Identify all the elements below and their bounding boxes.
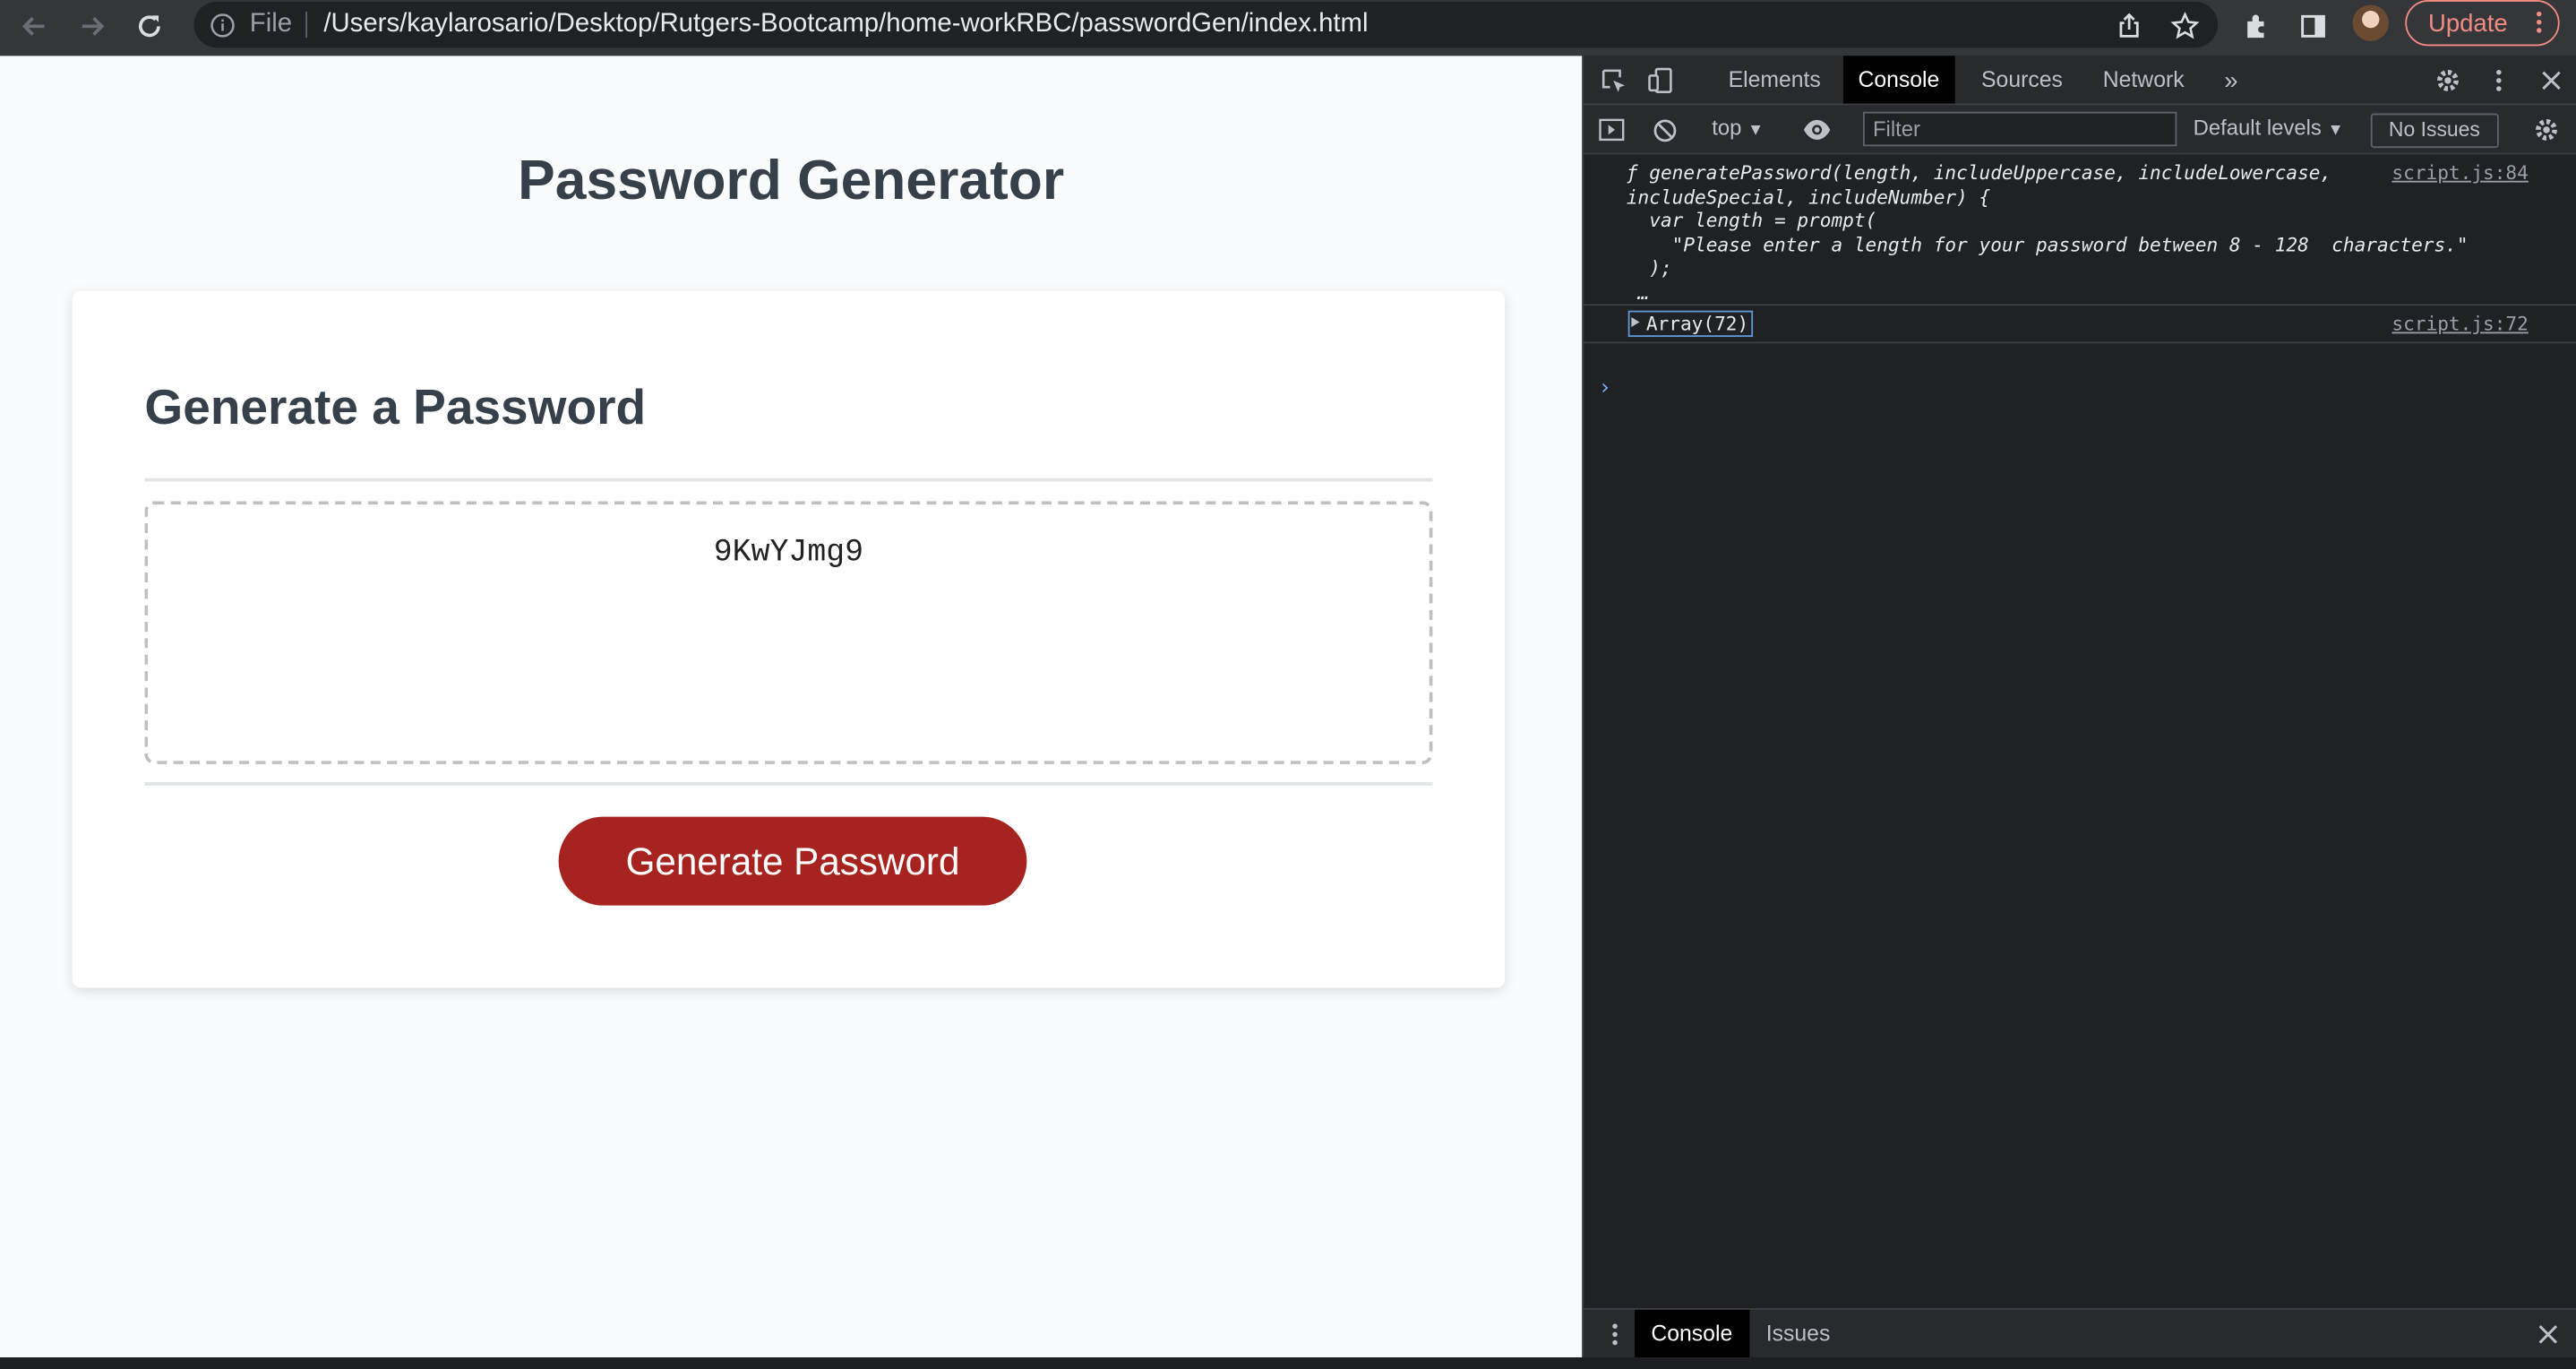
clear-console-icon[interactable]	[1650, 115, 1679, 144]
update-label: Update	[2427, 10, 2508, 39]
divider	[305, 11, 307, 39]
console-message[interactable]: ƒ generatePassword(length, includeUpperc…	[1584, 154, 2576, 306]
array-object[interactable]: Array(72)	[1627, 310, 1754, 338]
profile-avatar[interactable]	[2352, 4, 2389, 41]
reload-icon[interactable]	[128, 5, 171, 48]
browser-toolbar: File /Users/kaylarosario/Desktop/Rutgers…	[0, 0, 2576, 56]
console-settings-icon[interactable]	[2532, 115, 2562, 144]
console-toolbar: top ▼ Filter Default levels ▼ No Issues	[1584, 105, 2576, 155]
sidebar-toggle-icon[interactable]	[1597, 115, 1627, 144]
card-title: Generate a Password	[144, 381, 647, 436]
info-icon[interactable]	[210, 13, 236, 47]
issues-button[interactable]: No Issues	[2370, 113, 2499, 149]
address-bar[interactable]: File /Users/kaylarosario/Desktop/Rutgers…	[193, 1, 2219, 48]
generator-card: Generate a Password 9KwYJmg9 Generate Pa…	[72, 290, 1506, 988]
scheme-label: File	[249, 10, 293, 39]
levels-label: Default levels	[2193, 115, 2322, 140]
tab-console[interactable]: Console	[1842, 56, 1954, 104]
window-bottom-edge	[0, 1357, 2576, 1369]
console-prompt[interactable]: ›	[1599, 376, 1611, 401]
page-title: Password Generator	[518, 149, 1065, 212]
code-line: …	[1626, 280, 1650, 304]
more-tabs-icon[interactable]: »	[2216, 65, 2245, 95]
drawer-tab-issues[interactable]: Issues	[1749, 1310, 1846, 1357]
console-filter-input[interactable]: Filter	[1862, 111, 2177, 147]
code-line: );	[1626, 256, 1672, 280]
forward-icon[interactable]	[71, 5, 114, 48]
context-label: top	[1712, 115, 1742, 140]
expand-triangle-icon[interactable]	[1631, 317, 1640, 328]
password-output-textarea[interactable]: 9KwYJmg9	[144, 501, 1433, 764]
code-line: includeSpecial, includeNumber) {	[1626, 185, 1991, 209]
web-page: Password Generator Generate a Password 9…	[0, 56, 1583, 1358]
tab-elements[interactable]: Elements	[1713, 56, 1835, 103]
devtools-tab-bar: Elements Console Sources Network »	[1584, 56, 2576, 106]
source-link[interactable]: script.js:84	[2391, 161, 2528, 185]
settings-gear-icon[interactable]	[2433, 65, 2462, 95]
close-devtools-icon[interactable]	[2537, 65, 2566, 95]
drawer-tab-console[interactable]: Console	[1635, 1309, 1749, 1358]
console-message[interactable]: Array(72) script.js:72	[1584, 306, 2576, 344]
side-panel-icon[interactable]	[2294, 6, 2333, 46]
source-link[interactable]: script.js:72	[2391, 312, 2528, 335]
tab-network[interactable]: Network	[2088, 56, 2199, 103]
share-icon[interactable]	[2109, 6, 2149, 46]
drawer-menu-icon[interactable]	[1601, 1320, 1630, 1349]
eye-icon[interactable]	[1802, 115, 1832, 144]
device-toolbar-icon[interactable]	[1646, 65, 1676, 95]
devtools-menu-icon[interactable]	[2484, 65, 2513, 95]
back-icon[interactable]	[13, 5, 56, 48]
inspect-element-icon[interactable]	[1599, 65, 1628, 95]
code-line: "Please enter a length for your password…	[1626, 232, 2469, 256]
dropdown-arrow-icon: ▼	[2327, 121, 2344, 140]
star-icon[interactable]	[2165, 6, 2204, 46]
close-drawer-icon[interactable]	[2533, 1320, 2563, 1349]
card-footer-divider	[144, 782, 1433, 786]
password-text: 9KwYJmg9	[713, 534, 864, 571]
devtools-panel: Elements Console Sources Network » top ▼	[1582, 56, 2576, 1358]
card-header-divider	[144, 478, 1433, 482]
tab-sources[interactable]: Sources	[1967, 56, 2078, 103]
extensions-icon[interactable]	[2237, 6, 2277, 46]
console-output: ƒ generatePassword(length, includeUpperc…	[1584, 154, 2576, 344]
update-button[interactable]: Update	[2405, 0, 2560, 47]
log-levels-dropdown[interactable]: Default levels ▼	[2194, 115, 2344, 140]
dropdown-arrow-icon: ▼	[1747, 121, 1765, 140]
url-text[interactable]: /Users/kaylarosario/Desktop/Rutgers-Boot…	[323, 10, 1368, 39]
devtools-drawer: Console Issues	[1584, 1308, 2576, 1358]
kebab-menu-icon[interactable]	[2537, 8, 2543, 36]
code-line: var length = prompt(	[1626, 208, 1877, 232]
generate-password-button[interactable]: Generate Password	[558, 816, 1027, 906]
context-selector[interactable]: top ▼	[1712, 115, 1764, 140]
screen: File /Users/kaylarosario/Desktop/Rutgers…	[0, 0, 2576, 1369]
